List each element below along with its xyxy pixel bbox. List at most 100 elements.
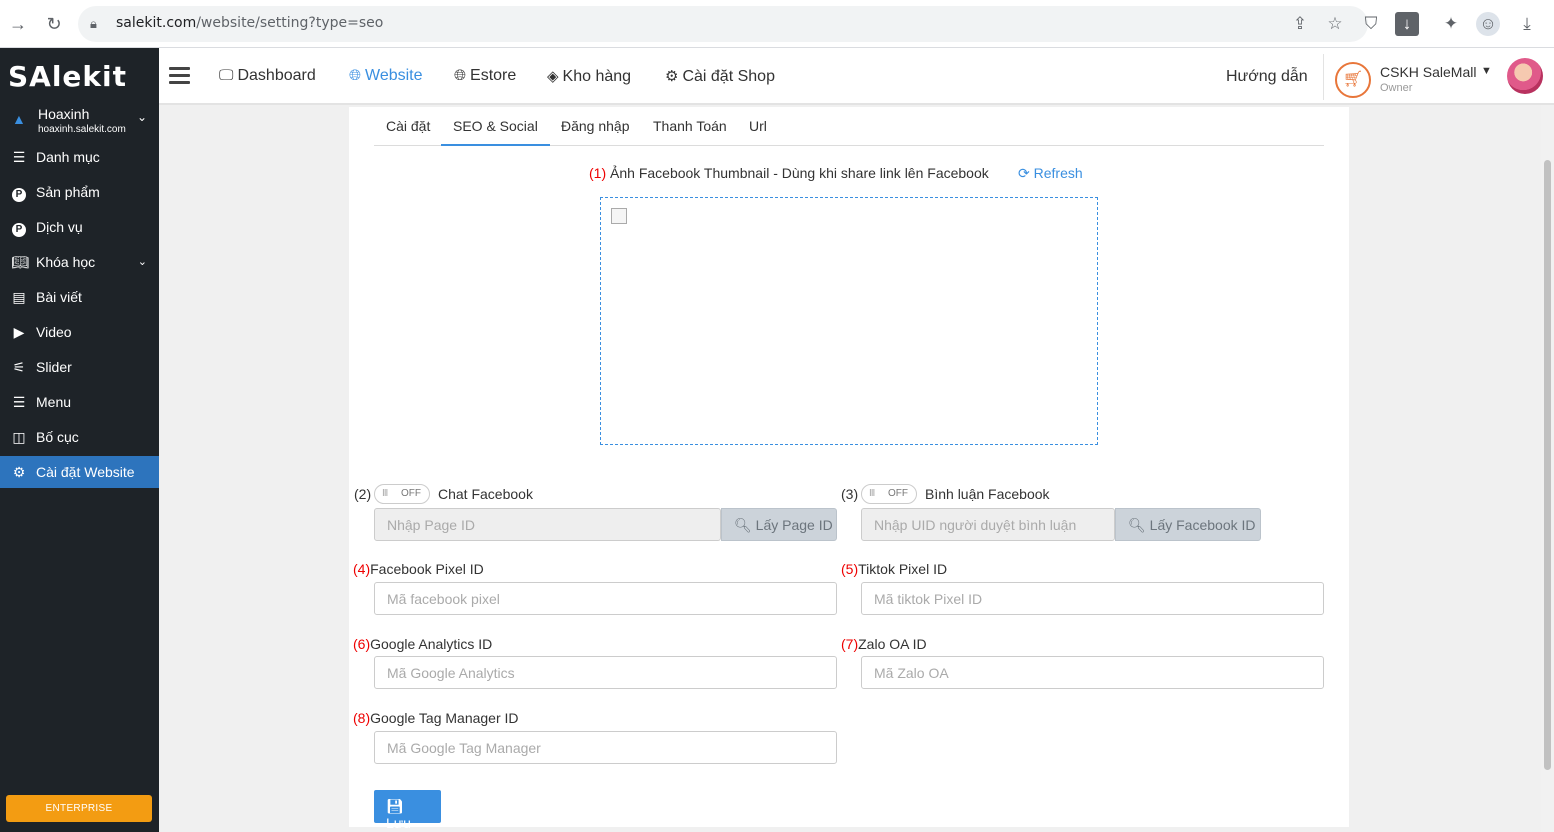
tab-seo-social[interactable]: SEO & Social xyxy=(441,113,550,146)
globe-icon: 🌐︎ xyxy=(454,67,467,84)
sidebar-item-slider[interactable]: ⚟ Slider xyxy=(0,351,159,383)
refresh-label: Refresh xyxy=(1033,165,1083,181)
toggle-grip-icon: III xyxy=(869,488,875,499)
sidebar-item-label: Slider xyxy=(36,359,72,375)
page-id-input[interactable]: Nhập Page ID xyxy=(374,508,721,541)
share-icon[interactable]: ⇪ xyxy=(1288,12,1312,36)
thumbnail-dropzone[interactable] xyxy=(600,197,1098,445)
tiktok-pixel-label: (5)Tiktok Pixel ID xyxy=(841,561,947,577)
nav-website[interactable]: 🌐︎ Website xyxy=(349,67,423,85)
google-analytics-label: (6)Google Analytics ID xyxy=(353,636,492,652)
field-number: (1) xyxy=(589,165,607,181)
extensions-icon[interactable]: ✦ xyxy=(1439,12,1463,36)
sidebar-item-video[interactable]: ▶ Video xyxy=(0,316,159,348)
caret-down-icon[interactable]: ▼ xyxy=(1481,65,1492,77)
help-link[interactable]: Hướng dẫn xyxy=(1226,68,1308,86)
shield-icon[interactable]: ⛉ xyxy=(1359,12,1383,36)
tab-url[interactable]: Url xyxy=(737,113,779,146)
facebook-pixel-input[interactable]: Mã facebook pixel xyxy=(374,582,837,615)
nav-estore[interactable]: 🌐︎ Estore xyxy=(454,67,516,85)
get-page-id-button[interactable]: 🔍︎ Lấy Page ID xyxy=(721,508,837,541)
account-name[interactable]: CSKH SaleMall xyxy=(1380,64,1476,80)
label-text: Facebook Pixel ID xyxy=(370,561,484,577)
scrollbar-thumb[interactable] xyxy=(1544,160,1551,770)
nav-dashboard[interactable]: 🖵︎ Dashboard xyxy=(219,67,316,85)
sidebar-item-khoa-hoc[interactable]: 📖︎ Khóa học ⌄ xyxy=(0,246,159,278)
account-role: Owner xyxy=(1380,82,1413,94)
workspace-switcher[interactable]: ▲ Hoaxinh hoaxinh.salekit.com ⌄ xyxy=(0,104,159,138)
toggle-state: OFF xyxy=(888,488,908,499)
service-icon: P xyxy=(11,219,27,237)
zalo-oa-input[interactable]: Mã Zalo OA xyxy=(861,656,1324,689)
settings-panel: Cài đặt SEO & Social Đăng nhập Thanh Toá… xyxy=(349,107,1349,831)
refresh-icon: ⟳ xyxy=(1018,165,1030,181)
url-text: salekit.com/website/setting?type=seo xyxy=(116,15,384,31)
tab-dang-nhap[interactable]: Đăng nhập xyxy=(549,113,642,146)
avatar[interactable] xyxy=(1507,58,1543,94)
layers-icon: ◈ xyxy=(547,68,559,85)
gear-icon: ⚙ xyxy=(12,464,26,480)
refresh-button[interactable]: ⟳ Refresh xyxy=(1018,165,1083,182)
address-bar[interactable]: 🔒︎ salekit.com/website/setting?type=seo xyxy=(78,6,1368,42)
button-label: Lấy Facebook ID xyxy=(1149,517,1256,533)
save-button[interactable]: 💾︎ Lưu xyxy=(374,790,441,831)
sidebar-item-bai-viet[interactable]: ▤ Bài viết xyxy=(0,281,159,313)
globe-icon: 🌐︎ xyxy=(349,67,362,84)
toggle-state: OFF xyxy=(401,488,421,499)
tab-cai-dat[interactable]: Cài đặt xyxy=(374,113,442,146)
nav-kho-hang[interactable]: ◈ Kho hàng xyxy=(547,67,631,86)
hamburger-menu-icon[interactable] xyxy=(169,67,190,85)
sidebar-item-menu[interactable]: ☰ Menu xyxy=(0,386,159,418)
chat-facebook-toggle[interactable]: III OFF xyxy=(374,484,430,504)
forward-icon[interactable]: → xyxy=(6,12,30,36)
page-scrollbar[interactable] xyxy=(1541,105,1554,832)
floppy-icon: 💾︎ xyxy=(386,798,404,814)
field-number: (8) xyxy=(353,710,371,726)
tiktok-pixel-input[interactable]: Mã tiktok Pixel ID xyxy=(861,582,1324,615)
label-text: Zalo OA ID xyxy=(858,636,927,652)
label-text: Google Analytics ID xyxy=(370,636,493,652)
label-text: Tiktok Pixel ID xyxy=(858,561,948,577)
browser-toolbar: → ↻ 🔒︎ salekit.com/website/setting?type=… xyxy=(0,0,1554,48)
nav-cai-dat-shop[interactable]: ⚙ Cài đặt Shop xyxy=(665,67,775,86)
toggle-grip-icon: III xyxy=(382,488,388,499)
tab-thanh-toan[interactable]: Thanh Toán xyxy=(641,113,739,146)
google-analytics-input[interactable]: Mã Google Analytics xyxy=(374,656,837,689)
salekit-logo[interactable]: SAlekit xyxy=(8,60,127,93)
sidebar: SAlekit ▲ Hoaxinh hoaxinh.salekit.com ⌄ … xyxy=(0,48,159,832)
shop-cart-icon[interactable]: 🛒︎ xyxy=(1335,62,1371,98)
plan-badge[interactable]: ENTERPRISE xyxy=(6,795,152,822)
product-icon: P xyxy=(11,184,27,202)
get-facebook-id-button[interactable]: 🔍︎ Lấy Facebook ID xyxy=(1115,508,1261,541)
facebook-pixel-label: (4)Facebook Pixel ID xyxy=(353,561,484,577)
moderator-uid-input[interactable]: Nhập UID người duyệt bình luận xyxy=(861,508,1115,541)
google-tag-manager-input[interactable]: Mã Google Tag Manager xyxy=(374,731,837,764)
menu-icon: ☰ xyxy=(12,394,26,410)
comment-facebook-toggle[interactable]: III OFF xyxy=(861,484,917,504)
nav-label: Cài đặt Shop xyxy=(682,68,775,85)
nav-label: Dashboard xyxy=(237,67,316,84)
sidebar-item-label: Dịch vụ xyxy=(36,219,83,235)
downloads-icon[interactable]: ⤓ xyxy=(1515,12,1539,36)
lock-icon: 🔒︎ xyxy=(90,16,97,31)
workspace-domain: hoaxinh.salekit.com xyxy=(38,124,126,135)
sidebar-item-danh-muc[interactable]: ☰ Danh mục xyxy=(0,141,159,173)
nav-label: Kho hàng xyxy=(562,68,632,85)
sidebar-item-label: Menu xyxy=(36,394,72,410)
reload-icon[interactable]: ↻ xyxy=(42,12,66,36)
sidebar-item-label: Video xyxy=(36,324,72,340)
download-extension-icon[interactable]: ↓ xyxy=(1395,12,1419,36)
profile-icon[interactable]: ☺ xyxy=(1476,12,1500,36)
star-icon[interactable]: ☆ xyxy=(1323,12,1347,36)
sidebar-item-cai-dat-website[interactable]: ⚙ Cài đặt Website xyxy=(0,456,159,488)
sidebar-item-label: Sản phẩm xyxy=(36,184,100,200)
sidebar-item-bo-cuc[interactable]: ◫ Bố cục xyxy=(0,421,159,453)
field-number: (6) xyxy=(353,636,371,652)
sidebar-item-label: Bài viết xyxy=(36,289,82,305)
thumbnail-label-text: Ảnh Facebook Thumbnail - Dùng khi share … xyxy=(610,165,989,181)
gear-icon: ⚙ xyxy=(665,68,679,85)
sidebar-item-label: Danh mục xyxy=(36,149,100,165)
sidebar-item-san-pham[interactable]: P Sản phẩm xyxy=(0,176,159,208)
sidebar-item-dich-vu[interactable]: P Dịch vụ xyxy=(0,211,159,243)
header-divider xyxy=(1323,54,1324,100)
